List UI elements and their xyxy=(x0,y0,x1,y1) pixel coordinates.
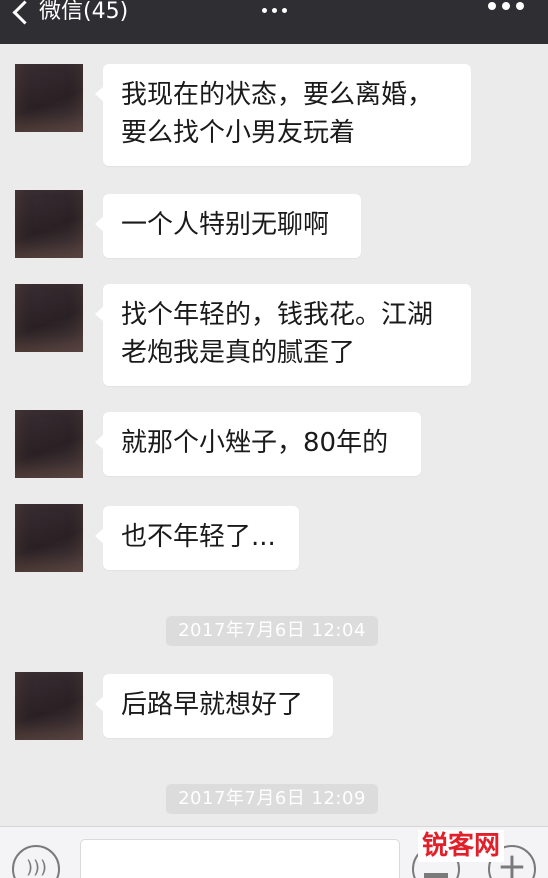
more-dot-icon xyxy=(488,2,496,10)
chat-window: 微信(45) 我现在的状态，要么离婚， 要么找个小男友玩着 一个人特别无聊啊 找… xyxy=(0,0,548,878)
message-text-input[interactable] xyxy=(80,839,400,878)
timestamp: 2017年7月6日 12:04 xyxy=(166,616,378,646)
voice-wave-icon: ))) xyxy=(26,857,48,878)
message-bubble[interactable]: 后路早就想好了 xyxy=(95,674,333,738)
timestamp: 2017年7月6日 12:09 xyxy=(166,784,378,814)
message-bubble[interactable]: 就那个小矬子，80年的 xyxy=(95,412,421,476)
avatar[interactable] xyxy=(15,64,83,132)
message-bubble[interactable]: 找个年轻的，钱我花。江湖 老炮我是真的腻歪了 xyxy=(95,284,471,386)
more-dot-icon xyxy=(502,2,510,10)
message-bubble[interactable]: 一个人特别无聊啊 xyxy=(95,194,361,258)
message-bubble[interactable]: 我现在的状态，要么离婚， 要么找个小男友玩着 xyxy=(95,64,471,166)
avatar[interactable] xyxy=(15,284,83,352)
avatar[interactable] xyxy=(15,410,83,478)
chevron-left-icon xyxy=(12,0,37,25)
back-button[interactable]: 微信(45) xyxy=(10,0,129,25)
avatar[interactable] xyxy=(15,504,83,572)
more-dot-icon xyxy=(516,2,524,10)
voice-input-button[interactable]: ))) xyxy=(12,845,60,878)
avatar[interactable] xyxy=(15,190,83,258)
avatar[interactable] xyxy=(15,672,83,740)
top-navigation-bar: 微信(45) xyxy=(0,0,548,44)
message-bubble[interactable]: 也不年轻了... xyxy=(95,506,299,570)
typing-indicator-icon xyxy=(262,8,287,13)
watermark-logo: 锐客网 xyxy=(418,830,505,862)
back-label: 微信(45) xyxy=(39,0,129,24)
more-options-button[interactable] xyxy=(488,2,524,10)
emoji-face-icon xyxy=(424,873,448,878)
